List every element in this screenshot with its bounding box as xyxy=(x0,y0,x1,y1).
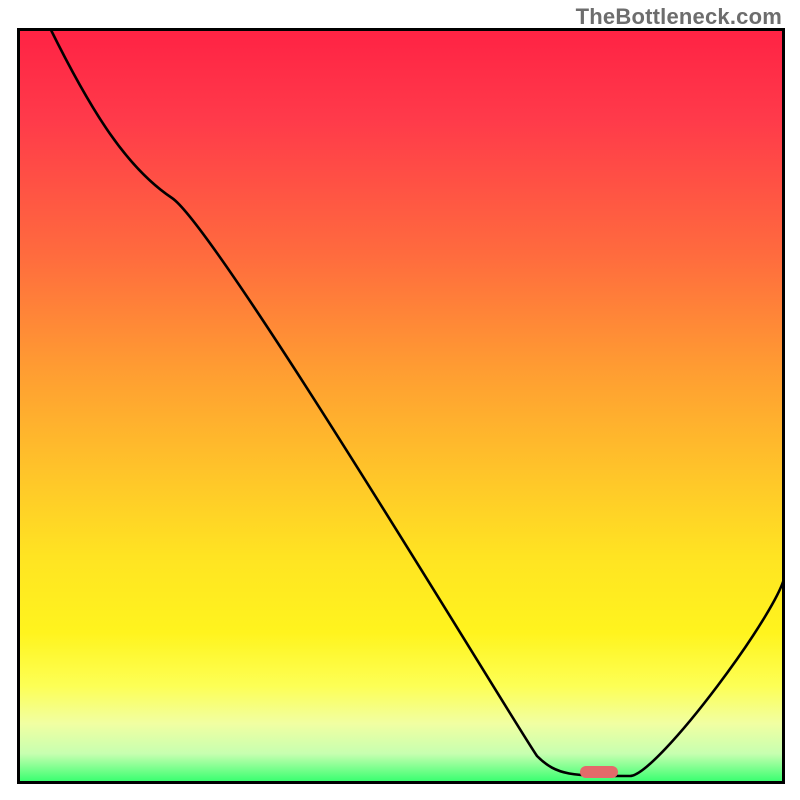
watermark-text: TheBottleneck.com xyxy=(576,4,782,30)
optimal-marker xyxy=(580,766,618,778)
chart-container: TheBottleneck.com xyxy=(0,0,800,800)
plot-area xyxy=(17,28,785,784)
bottleneck-curve xyxy=(17,28,785,784)
